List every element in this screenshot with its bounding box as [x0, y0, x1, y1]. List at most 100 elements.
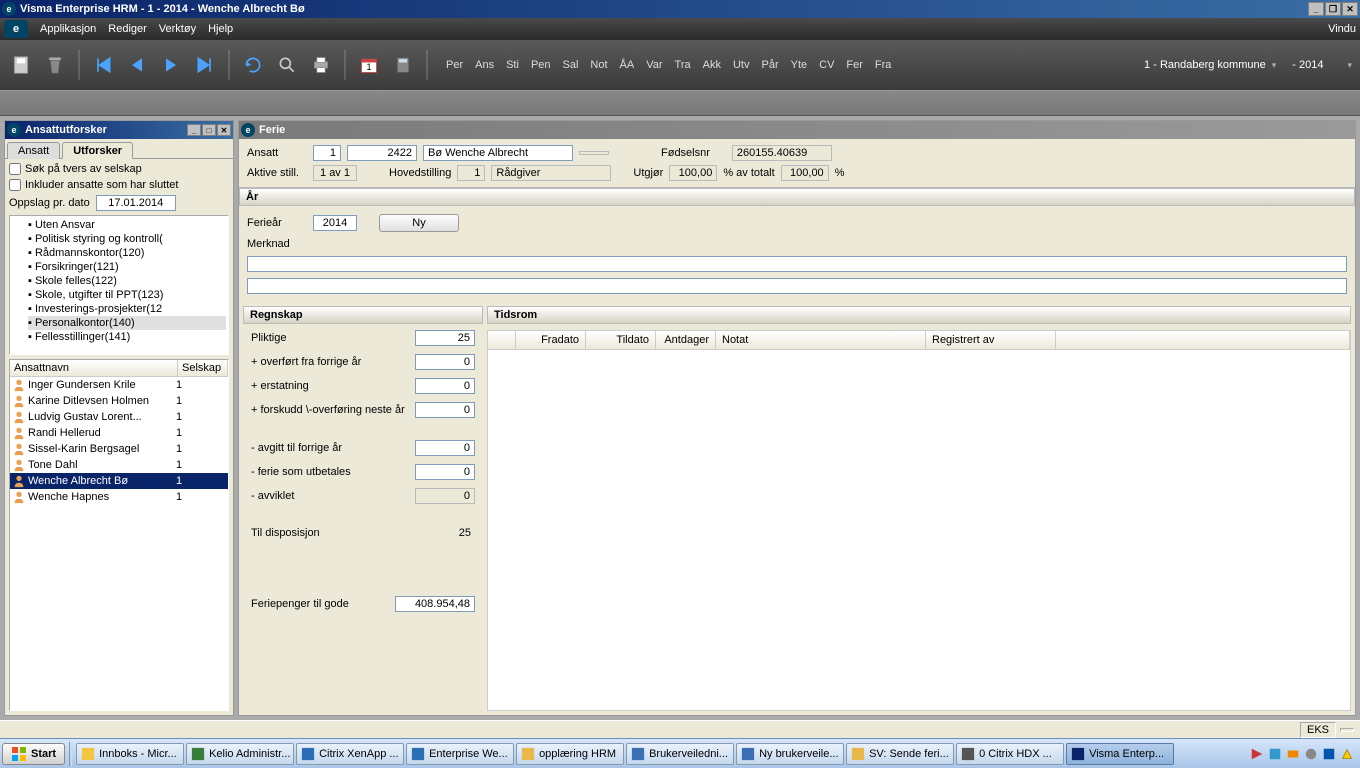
- tree-node[interactable]: Politisk styring og kontroll(: [28, 232, 226, 246]
- org-tree[interactable]: Uten Ansvar Politisk styring og kontroll…: [9, 215, 229, 355]
- tbtn-yte[interactable]: Yte: [791, 59, 808, 71]
- taskbar-item[interactable]: Ny brukerveile...: [736, 743, 844, 765]
- menu-hjelp[interactable]: Hjelp: [208, 23, 233, 35]
- check-cross-company[interactable]: Søk på tvers av selskap: [9, 163, 229, 175]
- reg-forskudd-val[interactable]: 0: [415, 402, 475, 418]
- tray-icon[interactable]: [1340, 747, 1354, 761]
- calculator-icon[interactable]: [390, 49, 416, 81]
- taskbar-item[interactable]: Innboks - Micr...: [76, 743, 184, 765]
- tbtn-tra[interactable]: Tra: [675, 59, 691, 71]
- reg-avgitt-val[interactable]: 0: [415, 440, 475, 456]
- save-icon[interactable]: [8, 49, 34, 81]
- nav-last-icon[interactable]: [192, 49, 218, 81]
- calendar-icon[interactable]: 1: [356, 49, 382, 81]
- merknad-input-1[interactable]: [247, 256, 1347, 272]
- tbtn-fer[interactable]: Fer: [846, 59, 863, 71]
- employee-row[interactable]: Tone Dahl1: [10, 457, 228, 473]
- employee-row[interactable]: Ludvig Gustav Lorent...1: [10, 409, 228, 425]
- company-dropdown[interactable]: 1 - Randaberg kommune▾: [1144, 59, 1276, 71]
- col-header-name[interactable]: Ansattnavn: [10, 360, 178, 376]
- lookup-date-input[interactable]: [96, 195, 176, 211]
- tbtn-akk[interactable]: Akk: [703, 59, 721, 71]
- explorer-close[interactable]: ✕: [217, 124, 231, 136]
- reg-utbet-val[interactable]: 0: [415, 464, 475, 480]
- employee-row[interactable]: Wenche Albrecht Bø1: [10, 473, 228, 489]
- nav-prev-icon[interactable]: [124, 49, 150, 81]
- taskbar-item[interactable]: Kelio Administr...: [186, 743, 294, 765]
- tbtn-per[interactable]: Per: [446, 59, 463, 71]
- menu-applikasjon[interactable]: Applikasjon: [40, 23, 96, 35]
- start-button[interactable]: Start: [2, 743, 65, 765]
- tbtn-cv[interactable]: CV: [819, 59, 834, 71]
- close-button[interactable]: ✕: [1342, 2, 1358, 16]
- taskbar-item[interactable]: Citrix XenApp ...: [296, 743, 404, 765]
- reg-pliktige-val[interactable]: 25: [415, 330, 475, 346]
- nav-first-icon[interactable]: [90, 49, 116, 81]
- tbtn-sti[interactable]: Sti: [506, 59, 519, 71]
- employee-row[interactable]: Inger Gundersen Krile1: [10, 377, 228, 393]
- taskbar-item[interactable]: opplæring HRM: [516, 743, 624, 765]
- taskbar-item[interactable]: Visma Enterp...: [1066, 743, 1174, 765]
- explorer-minimize[interactable]: _: [187, 124, 201, 136]
- print-icon[interactable]: [308, 49, 334, 81]
- employee-row[interactable]: Wenche Hapnes1: [10, 489, 228, 505]
- taskbar-item[interactable]: SV: Sende feri...: [846, 743, 954, 765]
- search-icon[interactable]: [274, 49, 300, 81]
- menu-vindu[interactable]: Vindu: [1328, 23, 1356, 35]
- reg-erstat-val[interactable]: 0: [415, 378, 475, 394]
- menu-rediger[interactable]: Rediger: [108, 23, 147, 35]
- tree-node[interactable]: Forsikringer(121): [28, 260, 226, 274]
- explorer-maximize[interactable]: □: [202, 124, 216, 136]
- tbtn-var[interactable]: Var: [646, 59, 662, 71]
- taskbar-item[interactable]: 0 Citrix HDX ...: [956, 743, 1064, 765]
- tcol-tildato[interactable]: Tildato: [586, 331, 656, 349]
- check-include-ended[interactable]: Inkluder ansatte som har sluttet: [9, 179, 229, 191]
- ansatt-id[interactable]: 1: [313, 145, 341, 161]
- employee-row[interactable]: Karine Ditlevsen Holmen1: [10, 393, 228, 409]
- feriear-input[interactable]: [313, 215, 357, 231]
- tidsrom-table-body[interactable]: [487, 350, 1351, 711]
- tbtn-not[interactable]: Not: [590, 59, 607, 71]
- tray-icon[interactable]: [1304, 747, 1318, 761]
- tbtn-fra[interactable]: Fra: [875, 59, 892, 71]
- col-header-company[interactable]: Selskap: [178, 360, 228, 376]
- tbtn-utv[interactable]: Utv: [733, 59, 750, 71]
- taskbar-item[interactable]: Enterprise We...: [406, 743, 514, 765]
- system-tray[interactable]: [1246, 747, 1358, 761]
- check-include-ended-box[interactable]: [9, 179, 21, 191]
- tree-node-selected[interactable]: Personalkontor(140): [28, 316, 226, 330]
- reg-forrige-val[interactable]: 0: [415, 354, 475, 370]
- restore-button[interactable]: ❐: [1325, 2, 1341, 16]
- merknad-input-2[interactable]: [247, 278, 1347, 294]
- ny-button[interactable]: Ny: [379, 214, 459, 232]
- delete-icon[interactable]: [42, 49, 68, 81]
- ansatt-no[interactable]: 2422: [347, 145, 417, 161]
- menu-verktoy[interactable]: Verktøy: [159, 23, 196, 35]
- minimize-button[interactable]: _: [1308, 2, 1324, 16]
- nav-next-icon[interactable]: [158, 49, 184, 81]
- employee-row[interactable]: Sissel-Karin Bergsagel1: [10, 441, 228, 457]
- tree-node[interactable]: Investerings-prosjekter(12: [28, 302, 226, 316]
- tcol-fradato[interactable]: Fradato: [516, 331, 586, 349]
- taskbar-item[interactable]: Brukerveiledni...: [626, 743, 734, 765]
- tray-icon[interactable]: [1322, 747, 1336, 761]
- tray-icon[interactable]: [1286, 747, 1300, 761]
- check-cross-company-box[interactable]: [9, 163, 21, 175]
- reg-penger-val[interactable]: 408.954,48: [395, 596, 475, 612]
- tbtn-pen[interactable]: Pen: [531, 59, 551, 71]
- tbtn-ans[interactable]: Ans: [475, 59, 494, 71]
- tree-node[interactable]: Uten Ansvar: [28, 218, 226, 232]
- tab-ansatt[interactable]: Ansatt: [7, 142, 60, 159]
- tcol-registrert[interactable]: Registrert av: [926, 331, 1056, 349]
- tbtn-aa[interactable]: ÅA: [620, 59, 635, 71]
- tab-utforsker[interactable]: Utforsker: [62, 142, 133, 159]
- employee-row[interactable]: Randi Hellerud1: [10, 425, 228, 441]
- tree-node[interactable]: Skole felles(122): [28, 274, 226, 288]
- tree-node[interactable]: Rådmannskontor(120): [28, 246, 226, 260]
- year-dropdown[interactable]: - 2014▾: [1292, 59, 1352, 71]
- tbtn-par[interactable]: Pår: [761, 59, 778, 71]
- undo-icon[interactable]: [240, 49, 266, 81]
- tcol-notat[interactable]: Notat: [716, 331, 926, 349]
- tree-node[interactable]: Fellesstillinger(141): [28, 330, 226, 344]
- tbtn-sal[interactable]: Sal: [563, 59, 579, 71]
